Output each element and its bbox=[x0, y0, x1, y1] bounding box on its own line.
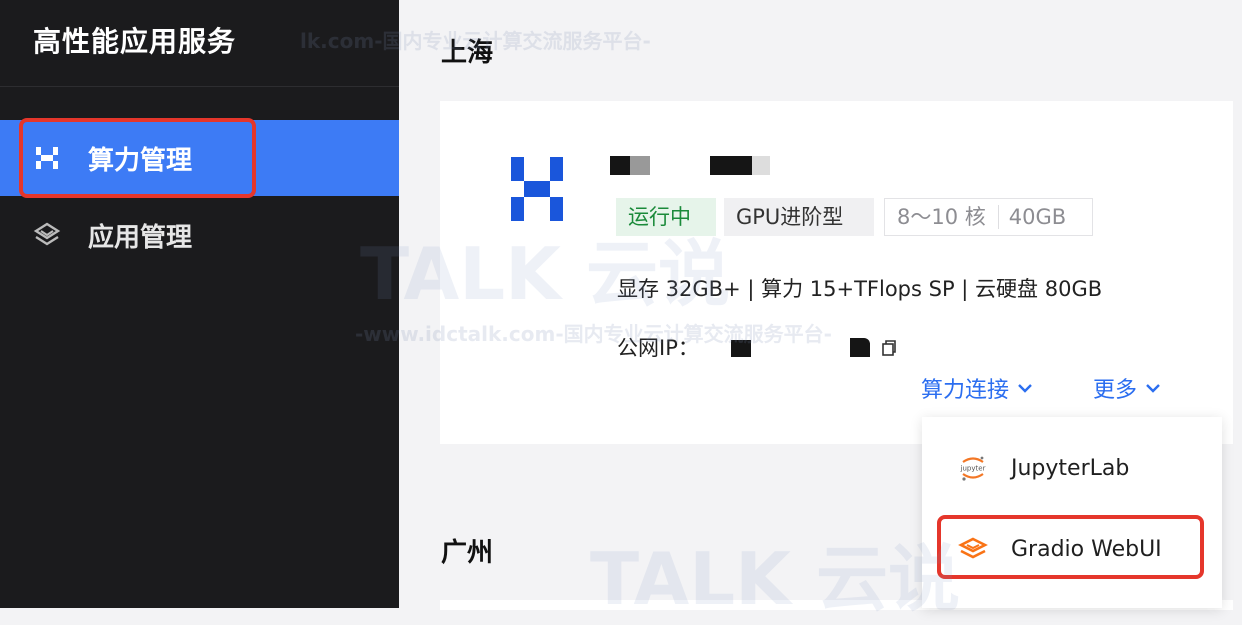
more-label: 更多 bbox=[1093, 378, 1138, 403]
cores-text: 8～10 核 bbox=[897, 205, 986, 229]
sidebar-divider bbox=[0, 86, 399, 87]
compute-connect-button[interactable]: 算力连接 bbox=[921, 372, 1033, 404]
region-title-guangzhou: 广州 bbox=[441, 538, 494, 568]
chevron-down-icon bbox=[1146, 384, 1160, 393]
svg-text:jupyter: jupyter bbox=[960, 465, 986, 473]
instance-type-badge: GPU进阶型 bbox=[724, 198, 874, 236]
menu-item-jupyterlab[interactable]: jupyter JupyterLab bbox=[922, 433, 1222, 503]
menu-item-label: JupyterLab bbox=[1011, 455, 1130, 481]
layers-icon bbox=[33, 222, 61, 246]
status-badge: 运行中 bbox=[616, 198, 716, 236]
public-ip-label: 公网IP： bbox=[617, 336, 699, 360]
region-title-shanghai: 上海 bbox=[441, 38, 494, 68]
instance-logo-icon bbox=[511, 157, 563, 221]
redacted-name-part bbox=[710, 156, 752, 175]
highlight-box-gradio bbox=[937, 515, 1204, 579]
redacted-ip-part bbox=[850, 338, 870, 357]
spec-line: 显存 32GB+ | 算力 15+TFlops SP | 云硬盘 80GB bbox=[617, 277, 1103, 301]
compute-connect-label: 算力连接 bbox=[921, 378, 1010, 403]
redacted-name-part bbox=[630, 156, 650, 175]
chevron-down-icon bbox=[1018, 384, 1032, 393]
copy-icon[interactable] bbox=[882, 340, 896, 356]
more-button[interactable]: 更多 bbox=[1093, 372, 1161, 404]
highlight-box-compute bbox=[19, 118, 256, 198]
connect-dropdown-menu: jupyter JupyterLab Gradio WebUI bbox=[922, 417, 1222, 608]
jupyter-icon: jupyter bbox=[960, 456, 986, 481]
brand-title: 高性能应用服务 bbox=[33, 25, 237, 58]
memory-text: 40GB bbox=[1008, 205, 1067, 229]
redacted-name-part bbox=[610, 156, 630, 175]
redacted-name-part bbox=[752, 156, 770, 175]
sidebar: 高性能应用服务 算力管理 应用管理 bbox=[0, 0, 399, 608]
spec-badge: 8～10 核 40GB bbox=[884, 198, 1093, 236]
sidebar-item-label: 应用管理 bbox=[88, 222, 193, 253]
sidebar-item-app-management[interactable]: 应用管理 bbox=[0, 197, 399, 273]
redacted-ip-part bbox=[731, 340, 751, 357]
